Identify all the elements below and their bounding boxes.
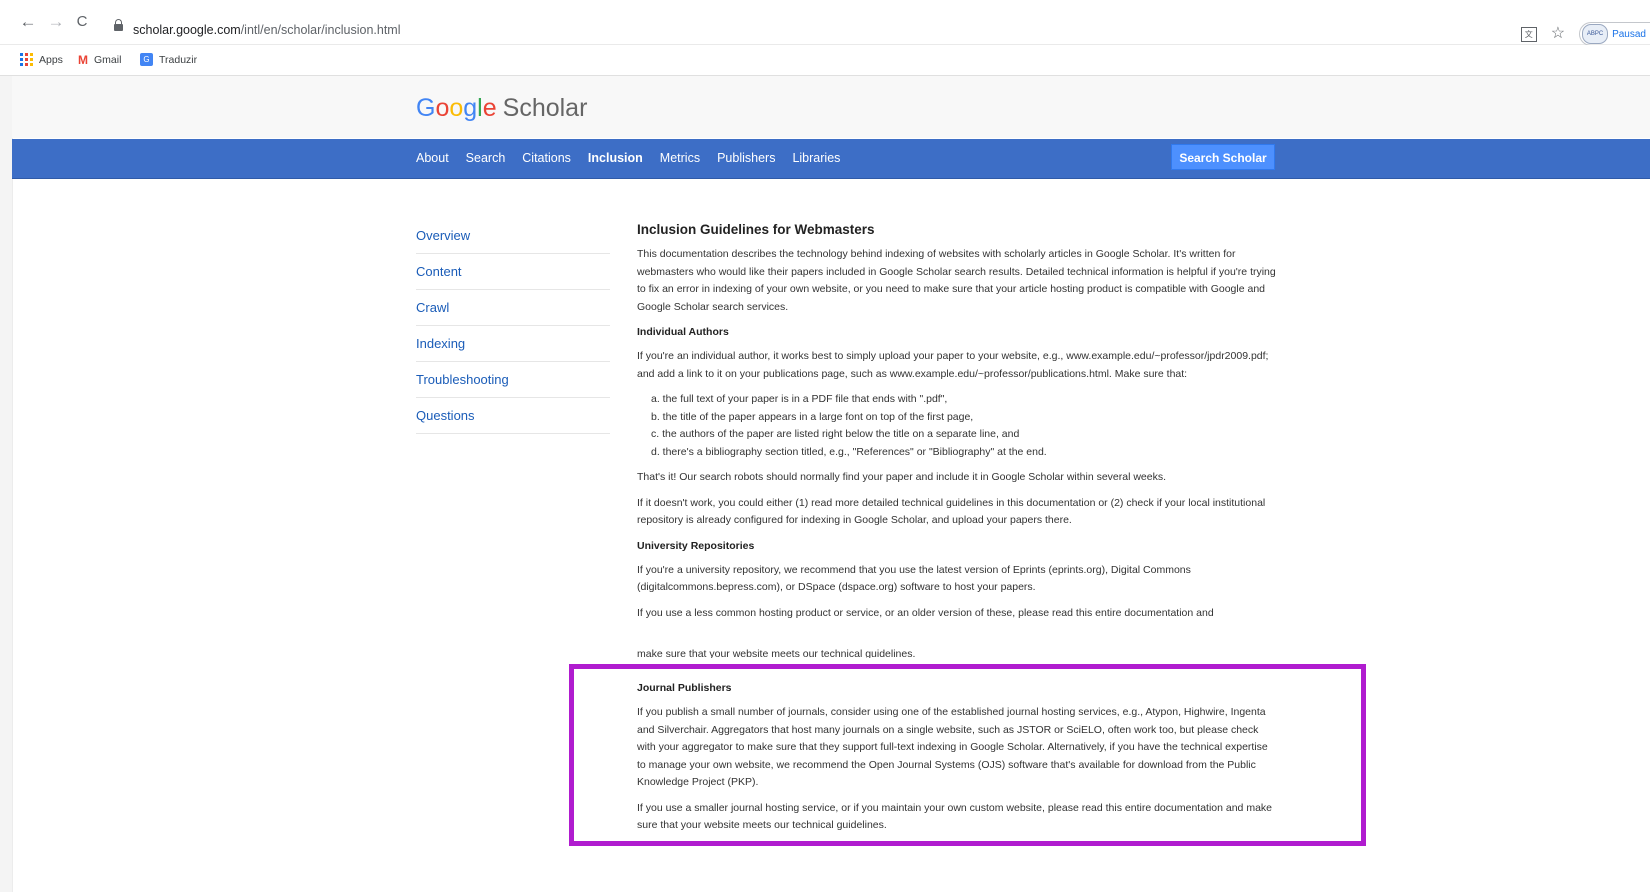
address-bar[interactable]: scholar.google.com/intl/en/scholar/inclu… [133,23,401,37]
authors-paragraph-2: That's it! Our search robots should norm… [637,471,1167,483]
nav-inclusion[interactable]: Inclusion [588,151,643,165]
url-host: scholar.google.com [133,23,241,37]
article-content: Inclusion Guidelines for Webmasters This… [637,220,1277,622]
forward-icon[interactable]: → [46,12,66,32]
list-item: a. the full text of your paper is in a P… [651,393,948,405]
bookmarks-bar: Apps M Gmail G Traduzir [0,45,1650,76]
nav-libraries[interactable]: Libraries [792,151,840,165]
sidenav-item-indexing[interactable]: Indexing [416,326,610,362]
journal-paragraph-1: If you publish a small number of journal… [637,706,1268,788]
authors-paragraph: If you're an individual author, it works… [637,350,1269,380]
bookmark-star-icon[interactable]: ☆ [1551,26,1565,42]
logo-product-name: Scholar [502,94,588,122]
sidenav-item-content[interactable]: Content [416,254,610,290]
nav-publishers[interactable]: Publishers [717,151,775,165]
sidenav-item-crawl[interactable]: Crawl [416,290,610,326]
toolbar-right-icons: 文 ☆ ABPC Pausad [1520,22,1650,46]
logo-letter: o [449,94,464,122]
side-navigation: Overview Content Crawl Indexing Troubles… [416,218,610,434]
main-navbar: About Search Citations Inclusion Metrics… [12,139,1650,179]
lock-icon [114,19,123,34]
sidenav-item-troubleshooting[interactable]: Troubleshooting [416,362,610,398]
logo-letter: G [416,94,436,122]
section-heading-repositories: University Repositories [637,539,755,552]
authors-paragraph-3: If it doesn't work, you could either (1)… [637,496,1266,527]
logo-letter: o [435,94,450,122]
nav-search[interactable]: Search [466,151,506,165]
bookmark-label: Traduzir [159,53,198,66]
logo-letter: e [482,94,497,122]
bookmark-traduzir[interactable]: G Traduzir [140,53,197,66]
clipped-text-line: make sure that your website meets our te… [637,648,916,658]
nav-items: About Search Citations Inclusion Metrics… [416,151,857,165]
intro-paragraph: This documentation describes the technol… [637,248,1276,313]
section-heading-journal-publishers: Journal Publishers [637,682,732,694]
avatar: ABPC [1582,24,1609,44]
list-item: b. the title of the paper appears in a l… [651,410,974,423]
requirements-list: a. the full text of your paper is in a P… [637,391,1277,461]
gmail-icon: M [78,53,88,67]
nav-metrics[interactable]: Metrics [660,151,700,165]
bookmark-apps[interactable]: Apps [20,53,63,66]
sidenav-item-overview[interactable]: Overview [416,218,610,254]
list-item: c. the authors of the paper are listed r… [651,428,1020,440]
bookmark-gmail[interactable]: M Gmail [78,53,121,67]
apps-grid-icon [20,53,33,66]
profile-label: Pausad [1612,28,1646,40]
google-scholar-logo[interactable]: Google Scholar [416,94,587,123]
translate-page-icon[interactable]: 文 [1520,26,1537,42]
page-left-edge [0,76,13,892]
repositories-paragraph: If you're a university repository, we re… [637,563,1191,594]
nav-about[interactable]: About [416,151,449,165]
journal-publishers-section: Journal Publishers If you publish a smal… [637,680,1277,843]
section-heading-authors: Individual Authors [637,326,729,338]
browser-toolbar: ← → C scholar.google.com/intl/en/scholar… [0,0,1650,46]
back-icon[interactable]: ← [18,12,38,32]
nav-citations[interactable]: Citations [522,151,571,165]
page-title: Inclusion Guidelines for Webmasters [637,222,875,237]
list-item: d. there's a bibliography section titled… [651,445,1047,458]
journal-paragraph-2: If you use a smaller journal hosting ser… [637,801,1272,832]
search-scholar-button[interactable]: Search Scholar [1171,144,1275,170]
scholar-header [12,76,1650,138]
profile-button[interactable]: ABPC Pausad [1579,22,1650,46]
logo-letter: g [463,94,478,122]
bookmark-label: Apps [39,53,63,66]
translate-icon: G [140,53,153,66]
sidenav-item-questions[interactable]: Questions [416,398,610,434]
reload-icon[interactable]: C [72,12,92,32]
repositories-paragraph-2: If you use a less common hosting product… [637,606,1214,619]
bookmark-label: Gmail [94,54,122,66]
url-path: /intl/en/scholar/inclusion.html [240,23,401,37]
